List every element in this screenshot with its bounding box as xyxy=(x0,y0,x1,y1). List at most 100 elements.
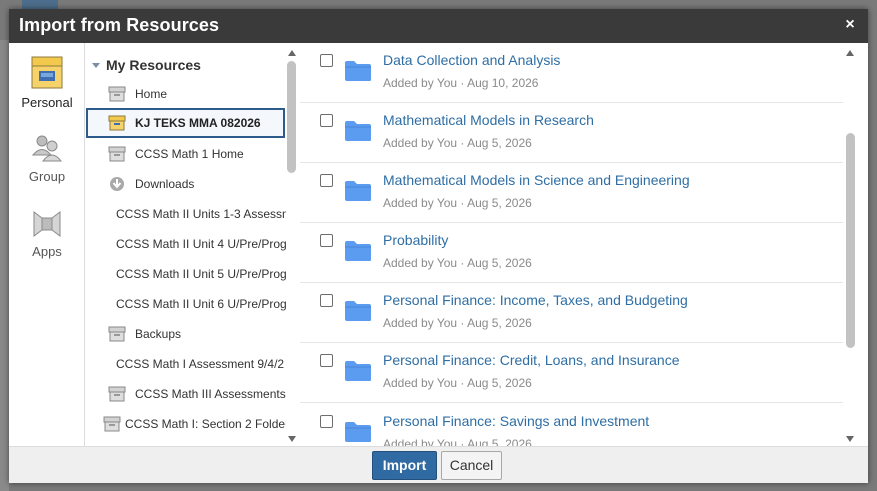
tree-item-ccss-math-ii-units-1-3[interactable]: CCSS Math II Units 1-3 Assessm xyxy=(86,199,286,229)
resource-list: Data Collection and Analysis Added by Yo… xyxy=(300,43,843,446)
background-sidebar xyxy=(0,40,9,491)
tree-item-ccss-math-ii-unit-5[interactable]: CCSS Math II Unit 5 U/Pre/Prog xyxy=(86,259,286,289)
list-item: Personal Finance: Credit, Loans, and Ins… xyxy=(300,343,843,403)
archive-box-icon xyxy=(108,386,126,402)
scroll-up-icon[interactable] xyxy=(288,50,296,56)
scroll-down-icon[interactable] xyxy=(846,436,854,442)
row-checkbox[interactable] xyxy=(320,174,333,187)
row-checkbox[interactable] xyxy=(320,234,333,247)
nav-item-label: Apps xyxy=(32,244,62,259)
scroll-up-icon[interactable] xyxy=(846,50,854,56)
resource-meta: Added by You · Aug 5, 2026 xyxy=(383,256,532,270)
background-banner xyxy=(22,0,58,9)
folder-icon xyxy=(345,422,371,442)
nav-item-label: Personal xyxy=(21,95,73,110)
resource-title-link[interactable]: Personal Finance: Savings and Investment xyxy=(383,413,649,429)
tree-item-label: CCSS Math II Unit 5 U/Pre/Prog xyxy=(116,267,286,281)
apps-icon xyxy=(33,211,61,237)
resource-meta: Added by You · Aug 5, 2026 xyxy=(383,196,532,210)
tree-item-ccss-math-ii-unit-4[interactable]: CCSS Math II Unit 4 U/Pre/Prog xyxy=(86,229,286,259)
list-item: Personal Finance: Savings and Investment… xyxy=(300,404,843,446)
archive-box-icon xyxy=(108,146,126,162)
nav-item-personal[interactable]: Personal xyxy=(9,55,85,110)
archive-box-icon xyxy=(103,416,121,432)
tree-item-label: CCSS Math 1 Home xyxy=(135,147,244,161)
caret-down-icon xyxy=(92,63,100,68)
group-people-icon xyxy=(31,135,63,162)
list-item: Personal Finance: Income, Taxes, and Bud… xyxy=(300,283,843,343)
row-checkbox[interactable] xyxy=(320,415,333,428)
tree-item-label: CCSS Math III Assessments xyxy=(135,387,286,401)
tree-item-ccss-math-1-home[interactable]: CCSS Math 1 Home xyxy=(86,139,286,169)
tree-root-label: My Resources xyxy=(106,57,201,73)
modal-footer: Import Cancel xyxy=(9,446,868,483)
resource-title-link[interactable]: Mathematical Models in Research xyxy=(383,112,594,128)
tree-item-label: CCSS Math I Assessment 9/4/2 xyxy=(116,357,285,371)
row-checkbox[interactable] xyxy=(320,354,333,367)
resource-title-link[interactable]: Mathematical Models in Science and Engin… xyxy=(383,172,690,188)
nav-item-label: Group xyxy=(28,169,66,184)
list-item: Data Collection and Analysis Added by Yo… xyxy=(300,43,843,103)
close-icon: × xyxy=(845,16,855,33)
row-checkbox[interactable] xyxy=(320,294,333,307)
tree-item-label: CCSS Math II Units 1-3 Assessm xyxy=(116,207,286,221)
modal-title: Import from Resources xyxy=(19,15,220,35)
tree-item-ccss-math-i-assessment[interactable]: CCSS Math I Assessment 9/4/2 xyxy=(86,349,286,379)
list-item: Probability Added by You · Aug 5, 2026 xyxy=(300,223,843,283)
tree-item-downloads[interactable]: Downloads xyxy=(86,169,286,199)
row-checkbox[interactable] xyxy=(320,114,333,127)
close-button[interactable]: × xyxy=(841,14,859,36)
nav-item-apps[interactable]: Apps xyxy=(9,208,85,259)
modal-body: Personal Group Apps My Resources Home KJ… xyxy=(9,43,868,446)
personal-box-icon xyxy=(31,56,63,89)
resource-title-link[interactable]: Personal Finance: Income, Taxes, and Bud… xyxy=(383,292,688,308)
scroll-down-icon[interactable] xyxy=(288,436,296,442)
tree-item-label: Home xyxy=(135,87,168,101)
tree-item-ccss-math-ii-unit-6[interactable]: CCSS Math II Unit 6 U/Pre/Prog xyxy=(86,289,286,319)
import-modal: Import from Resources × Personal Group A… xyxy=(9,9,868,483)
list-item: Mathematical Models in Science and Engin… xyxy=(300,163,843,223)
folder-icon xyxy=(345,361,371,381)
resource-meta: Added by You · Aug 5, 2026 xyxy=(383,437,532,446)
folder-icon xyxy=(345,61,371,81)
tree-scroll-thumb[interactable] xyxy=(287,61,296,173)
tree-root-my-resources[interactable]: My Resources xyxy=(92,57,201,73)
tree-item-home[interactable]: Home xyxy=(86,79,286,109)
tree-item-label: Backups xyxy=(135,327,182,341)
folder-icon xyxy=(345,241,371,261)
resource-title-link[interactable]: Probability xyxy=(383,232,448,248)
tree-item-backups[interactable]: Backups xyxy=(86,319,286,349)
folder-icon xyxy=(345,181,371,201)
tree-item-label: CCSS Math I: Section 2 Folder xyxy=(125,417,286,431)
tree-item-label: KJ TEKS MMA 082026 xyxy=(135,116,261,130)
resource-title-link[interactable]: Data Collection and Analysis xyxy=(383,52,560,68)
folder-tree: My Resources Home KJ TEKS MMA 082026 CCS… xyxy=(86,43,298,446)
resource-title-link[interactable]: Personal Finance: Credit, Loans, and Ins… xyxy=(383,352,680,368)
resource-meta: Added by You · Aug 5, 2026 xyxy=(383,376,532,390)
folder-icon xyxy=(345,121,371,141)
resource-meta: Added by You · Aug 5, 2026 xyxy=(383,136,532,150)
modal-header: Import from Resources × xyxy=(9,9,868,43)
resource-meta: Added by You · Aug 5, 2026 xyxy=(383,316,532,330)
list-scrollbar[interactable] xyxy=(843,43,857,446)
archive-box-icon xyxy=(108,86,126,102)
tree-item-ccss-math-iii-assessments[interactable]: CCSS Math III Assessments xyxy=(86,379,286,409)
tree-item-label: CCSS Math II Unit 4 U/Pre/Prog xyxy=(116,237,286,251)
download-circle-icon xyxy=(110,177,124,191)
import-button[interactable]: Import xyxy=(372,451,437,480)
tree-item-label: Downloads xyxy=(135,177,195,191)
tree-item-ccss-math-i-section-2[interactable]: CCSS Math I: Section 2 Folder xyxy=(86,409,286,439)
archive-box-icon xyxy=(108,326,126,342)
folder-icon xyxy=(345,301,371,321)
list-scroll-thumb[interactable] xyxy=(846,133,855,348)
tree-item-kj-teks-mma[interactable]: KJ TEKS MMA 082026 xyxy=(86,108,285,138)
archive-box-icon xyxy=(108,115,126,131)
tree-scrollbar[interactable] xyxy=(286,43,298,446)
list-item: Mathematical Models in Research Added by… xyxy=(300,103,843,163)
nav-item-group[interactable]: Group xyxy=(9,133,85,184)
source-nav: Personal Group Apps xyxy=(9,43,85,446)
resource-meta: Added by You · Aug 10, 2026 xyxy=(383,76,539,90)
tree-item-label: CCSS Math II Unit 6 U/Pre/Prog xyxy=(116,297,286,311)
cancel-button[interactable]: Cancel xyxy=(441,451,502,480)
row-checkbox[interactable] xyxy=(320,54,333,67)
